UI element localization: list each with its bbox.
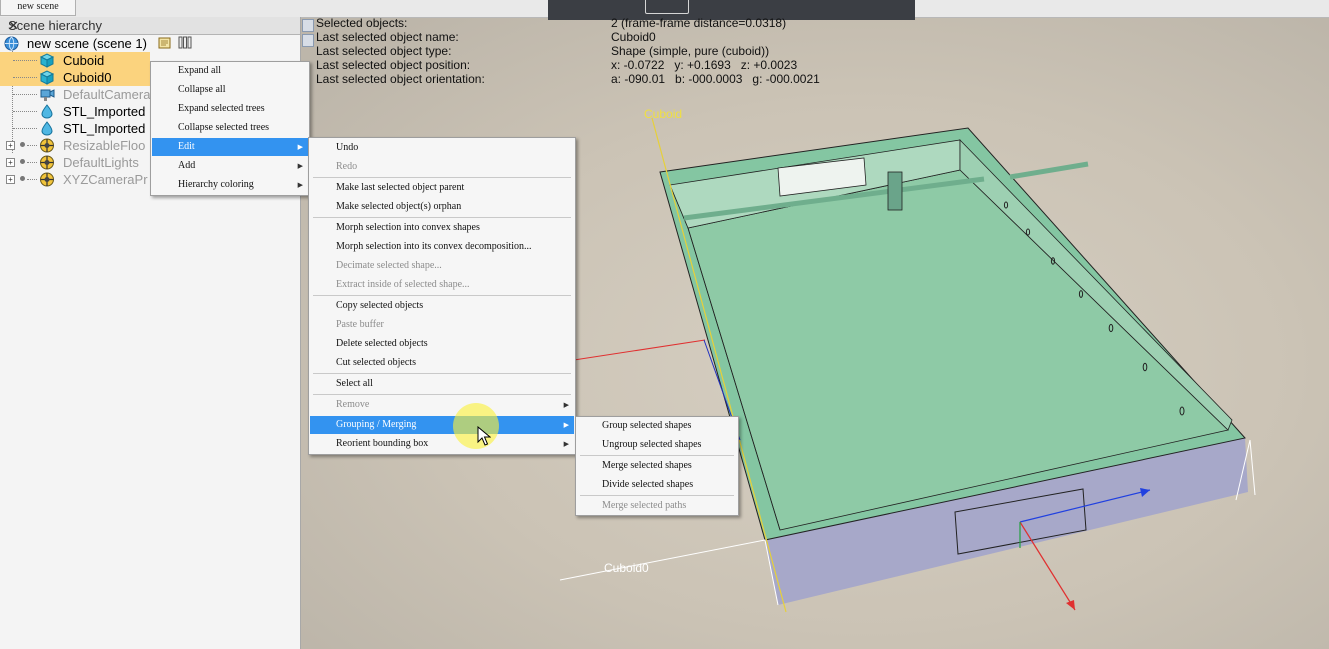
script-icon[interactable] [158, 36, 172, 50]
menu-item-paste[interactable]: Paste buffer [310, 316, 574, 334]
menu-item-morph-convex[interactable]: Morph selection into convex shapes [310, 219, 574, 237]
model-dot-icon [20, 176, 25, 181]
viewport-label-cuboid: Cuboid [644, 107, 682, 121]
menu-item-hierarchy-coloring[interactable]: Hierarchy coloring ▶ [152, 176, 308, 194]
close-icon[interactable]: ✕ [8, 18, 297, 34]
model-icon [40, 172, 54, 187]
menu-item-merge-paths[interactable]: Merge selected paths [577, 497, 737, 515]
expand-icon[interactable]: + [6, 158, 15, 167]
toolbar-button[interactable] [645, 0, 689, 14]
grouping-submenu: Group selected shapes Ungroup selected s… [575, 416, 739, 516]
menu-item-grouping-merging[interactable]: Grouping / Merging ▶ [310, 416, 574, 434]
menu-item-ungroup[interactable]: Ungroup selected shapes [577, 436, 737, 454]
submenu-arrow-icon: ▶ [297, 181, 303, 189]
hierarchy-titlebar: Scene hierarchy ✕ [0, 17, 300, 35]
cuboid-icon [39, 53, 55, 68]
info-value: 2 (frame-frame distance=0.0318) [611, 16, 787, 30]
menu-item-delete[interactable]: Delete selected objects [310, 335, 574, 353]
viewport-side-toolbar [302, 19, 314, 47]
tree-root-label: new scene (scene 1) [27, 36, 147, 51]
menu-item-collapse-selected[interactable]: Collapse selected trees [152, 119, 308, 137]
model-icon [40, 155, 54, 170]
menu-item-make-parent[interactable]: Make last selected object parent [310, 179, 574, 197]
menu-item-expand-selected[interactable]: Expand selected trees [152, 100, 308, 118]
mouse-cursor-icon [477, 426, 491, 446]
menu-item-redo[interactable]: Redo [310, 158, 574, 176]
menu-item-collapse-all[interactable]: Collapse all [152, 81, 308, 99]
expand-icon[interactable]: + [6, 141, 15, 150]
menu-item-group[interactable]: Group selected shapes [577, 417, 737, 435]
tree-item-label: STL_Imported [63, 121, 146, 136]
info-value: Shape (simple, pure (cuboid)) [611, 44, 770, 58]
menu-item-edit[interactable]: Edit ▶ [152, 138, 308, 156]
info-key: Last selected object position: [316, 58, 471, 72]
menu-item-make-orphan[interactable]: Make selected object(s) orphan [310, 198, 574, 216]
submenu-arrow-icon: ▶ [563, 401, 569, 409]
viewport-label-cuboid0: Cuboid0 [604, 561, 649, 575]
cursor-highlight [453, 403, 499, 449]
submenu-arrow-icon: ▶ [563, 421, 569, 429]
model-icon [40, 138, 54, 153]
info-value: Cuboid0 [611, 30, 656, 44]
scene-tab[interactable]: new scene [0, 0, 76, 16]
submenu-arrow-icon: ▶ [297, 162, 303, 170]
menu-item-remove[interactable]: Remove ▶ [310, 396, 574, 414]
menu-item-morph-decomposition[interactable]: Morph selection into its convex decompos… [310, 238, 574, 256]
tree-item-label: ResizableFloo [63, 138, 146, 153]
edit-submenu: Undo Redo Make last selected object pare… [308, 137, 576, 455]
globe-icon [4, 36, 19, 51]
menu-item-copy[interactable]: Copy selected objects [310, 297, 574, 315]
camera-icon [40, 89, 55, 101]
side-toolbar-button-2[interactable] [302, 34, 314, 47]
filter-icon[interactable] [178, 36, 192, 50]
menu-item-reorient-bbox[interactable]: Reorient bounding box ▶ [310, 435, 574, 453]
menu-item-cut[interactable]: Cut selected objects [310, 354, 574, 372]
model-dot-icon [20, 159, 25, 164]
info-key: Last selected object type: [316, 44, 452, 58]
info-key: Last selected object orientation: [316, 72, 485, 86]
expand-icon[interactable]: + [6, 175, 15, 184]
mesh-icon [41, 121, 53, 136]
menu-item-extract-inside[interactable]: Extract inside of selected shape... [310, 276, 574, 294]
menu-item-decimate[interactable]: Decimate selected shape... [310, 257, 574, 275]
mesh-icon [41, 104, 53, 119]
model-dot-icon [20, 142, 25, 147]
menu-item-expand-all[interactable]: Expand all [152, 62, 308, 80]
menu-item-undo[interactable]: Undo [310, 139, 574, 157]
tree-item-label: Cuboid0 [63, 70, 112, 85]
tree-root[interactable]: new scene (scene 1) [0, 35, 300, 52]
info-value: a: -090.01 b: -000.0003 g: -000.0021 [611, 72, 820, 86]
submenu-arrow-icon: ▶ [297, 143, 303, 151]
info-value: x: -0.0722 y: +0.1693 z: +0.0023 [611, 58, 798, 72]
context-menu: Expand all Collapse all Expand selected … [150, 61, 310, 196]
tree-item-label: Cuboid [63, 53, 105, 68]
info-key: Selected objects: [316, 16, 408, 30]
side-toolbar-button-1[interactable] [302, 19, 314, 32]
menu-item-merge-shapes[interactable]: Merge selected shapes [577, 457, 737, 475]
tree-item-label: DefaultCamera [63, 87, 151, 102]
menu-item-divide-shapes[interactable]: Divide selected shapes [577, 476, 737, 494]
info-key: Last selected object name: [316, 30, 459, 44]
tree-item-label: XYZCameraPr [63, 172, 148, 187]
menu-item-add[interactable]: Add ▶ [152, 157, 308, 175]
submenu-arrow-icon: ▶ [563, 440, 569, 448]
cuboid-icon [39, 70, 55, 85]
tree-item-label: DefaultLights [63, 155, 139, 170]
tree-item-label: STL_Imported [63, 104, 146, 119]
menu-item-select-all[interactable]: Select all [310, 375, 574, 393]
